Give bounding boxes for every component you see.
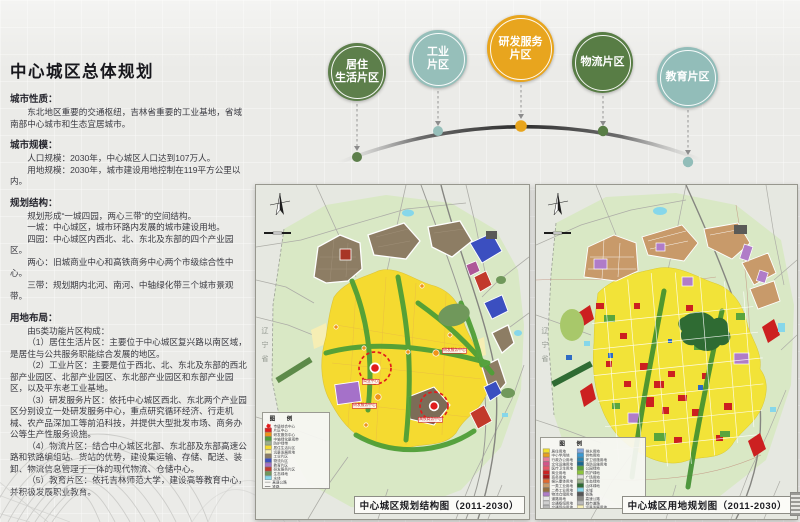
paragraph: （3）研发服务片区：依托中心城区西北、东北两个产业园区分别设立一处研发服务中心，… bbox=[10, 395, 248, 441]
paragraph: 规划形成“一城四园，两心三带”的空间结构。 bbox=[10, 211, 248, 223]
paragraph: （2）工业片区：主要是位于西北、北、东北及东部的西北部产业园区、北部产业园区、东… bbox=[10, 360, 248, 395]
scale-bar bbox=[264, 232, 291, 234]
arc-line bbox=[338, 127, 702, 163]
province-label: 辽宁省 bbox=[539, 327, 549, 369]
legend-rows: 市级综合中心 片区中心 研发服务中心 中轴绿化景观带 bbox=[265, 424, 302, 489]
paragraph: 三带：规划期内北河、南河、中轴绿化带三个城市景观带。 bbox=[10, 280, 248, 303]
paragraph: 一城：中心城区，城市环路内发展的城市建设用地。 bbox=[10, 222, 248, 234]
map-caption-planning-structure: 中心城区规划结构图（2011-2030） bbox=[354, 496, 525, 514]
legend-swatch bbox=[543, 505, 550, 509]
paragraph: 两心：旧城商业中心和高铁商务中心两个市级综合性中心。 bbox=[10, 257, 248, 280]
legend-label: 远景发展用地 bbox=[586, 504, 608, 509]
badge-label: 物流片区 bbox=[581, 56, 625, 69]
badge-residential-area: 居住 生活片区 bbox=[328, 43, 386, 101]
arc-dot-rnd bbox=[515, 120, 527, 132]
paragraph: （4）物流片区：结合中心城区北部、东北部及东部高速公路和铁路编组站、货站的优势，… bbox=[10, 441, 248, 476]
paragraph: 用地规模：2030年，城市建设用地控制在119平方公里以内。 bbox=[10, 165, 248, 188]
section-heading-landuse-layout: 用地布局： bbox=[10, 310, 248, 324]
badge-logistics-area: 物流片区 bbox=[572, 32, 633, 93]
badge-label: 工业 片区 bbox=[427, 46, 449, 72]
badge-label: 教育片区 bbox=[666, 71, 710, 84]
paragraph: （1）居住生活片区：主要位于中心城区复兴路以南区域，是居住与公共服务职能综合发展… bbox=[10, 337, 248, 360]
paragraph: 四园：中心城区内西北、北、东北及东部的四个产业园区。 bbox=[10, 234, 248, 257]
arc-dot-residential bbox=[352, 152, 362, 162]
province-label: 辽宁省 bbox=[259, 327, 269, 369]
map-caption-landuse: 中心城区用地规划图（2011-2030） bbox=[622, 496, 793, 514]
badge-label: 研发服务 片区 bbox=[499, 36, 543, 62]
arc-dot-industry bbox=[433, 126, 443, 136]
section-body: 人口规模：2030年，中心城区人口达到107万人。用地规模：2030年，城市建设… bbox=[10, 153, 248, 188]
legend-title: 图 例 bbox=[265, 414, 302, 422]
legend-item: 远景发展用地 bbox=[577, 505, 607, 509]
scale-bar bbox=[544, 232, 571, 234]
legend-swatch bbox=[265, 486, 271, 487]
watermark-building-icon bbox=[790, 492, 800, 516]
paragraph: 人口规模：2030年，中心城区人口达到107万人。 bbox=[10, 153, 248, 165]
section-body: 东北地区重要的交通枢纽，吉林省重要的工业基地，省域南部中心城市和生态宜居城市。 bbox=[10, 107, 248, 130]
badge-education-area: 教育片区 bbox=[657, 47, 718, 108]
map-label-rnd-center-1: 研发服务中心 bbox=[442, 348, 467, 353]
landuse-map: 辽宁省 图 例 居住用地 中小学用地 bbox=[535, 184, 798, 520]
paragraph: 东北地区重要的交通枢纽，吉林省重要的工业基地，省域南部中心城市和生态宜居城市。 bbox=[10, 107, 248, 130]
legend-label: 交通场站用地 bbox=[552, 504, 574, 509]
legend-column-1: 居住用地 中小学用地 行政办公用地 bbox=[543, 449, 573, 509]
section-body: 规划形成“一城四园，两心三带”的空间结构。一城：中心城区，城市环路内发展的城市建… bbox=[10, 211, 248, 303]
legend-swatch bbox=[265, 476, 272, 480]
section-heading-plan-structure: 规划结构： bbox=[10, 195, 248, 209]
paragraph: 由5类功能片区构成： bbox=[10, 326, 248, 338]
badge-rnd-service-area: 研发服务 片区 bbox=[487, 15, 554, 82]
badge-industry-area: 工业 片区 bbox=[409, 30, 467, 88]
section-heading-city-scale: 城市规模： bbox=[10, 137, 248, 151]
section-body: 由5类功能片区构成：（1）居住生活片区：主要位于中心城区复兴路以南区域，是居住与… bbox=[10, 326, 248, 499]
page-title: 中心城区总体规划 bbox=[10, 58, 248, 82]
map-label-commercial-center: 商业中心 bbox=[362, 379, 379, 384]
legend-swatch bbox=[577, 505, 584, 509]
legend-label: 铁路 bbox=[272, 484, 279, 489]
map-label-hsr-business-center: 高铁商务中心 bbox=[418, 417, 443, 422]
arc-dot-logistics bbox=[598, 126, 608, 136]
legend-label: 中心城区范围 bbox=[272, 488, 294, 489]
legend-title: 图 例 bbox=[543, 439, 604, 447]
arc-dot-education bbox=[683, 157, 693, 167]
legend-planning-structure: 图 例 市级综合中心 片区中心 研发服务中心 bbox=[262, 412, 330, 489]
text-panel: 中心城区总体规划 城市性质： 东北地区重要的交通枢纽，吉林省重要的工业基地，省域… bbox=[10, 58, 248, 498]
section-heading-city-nature: 城市性质： bbox=[10, 91, 248, 105]
paragraph: （5）教育片区：依托吉林师范大学，建设高等教育中心，并积极发展职业教育。 bbox=[10, 475, 248, 498]
legend-item: 交通场站用地 bbox=[543, 505, 573, 509]
badge-label: 居住 生活片区 bbox=[335, 59, 379, 85]
legend-swatch bbox=[265, 482, 271, 483]
planning-structure-map: 辽宁省 商业中心 高铁商务中心 研发服务中心 研发服务中心 图 例 市级综合中心… bbox=[255, 184, 530, 520]
map-label-rnd-center-2: 研发服务中心 bbox=[352, 403, 377, 408]
connector-arrowheads bbox=[354, 114, 691, 155]
legend-column-2: 排水用地 供电用地 环卫设施用地 bbox=[577, 449, 607, 509]
